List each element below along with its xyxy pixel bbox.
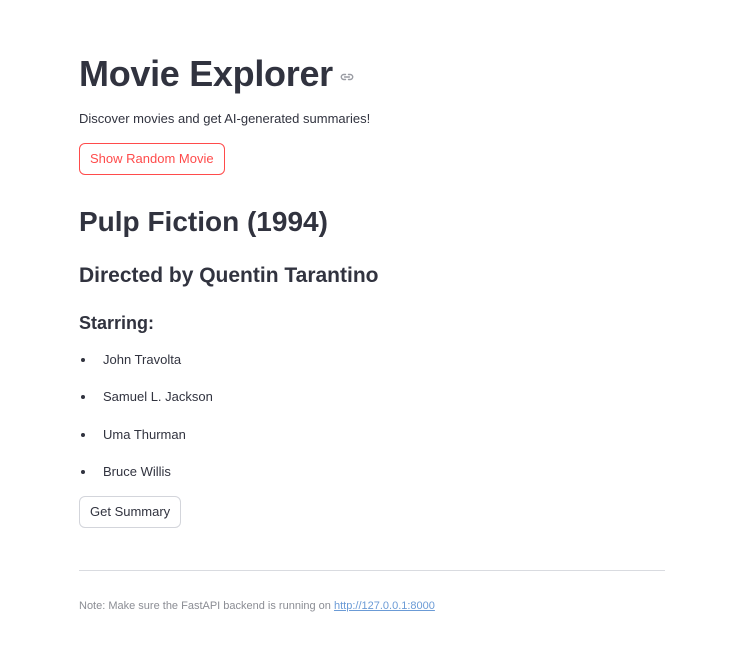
movie-director: Directed by Quentin Tarantino	[79, 264, 379, 287]
bullet-icon	[81, 358, 85, 362]
list-item: Uma Thurman	[79, 425, 213, 462]
bullet-icon	[81, 395, 85, 400]
list-item: John Travolta	[79, 350, 213, 387]
app-page: Movie Explorer Discover movies and get A…	[0, 0, 737, 656]
cast-list: John Travolta Samuel L. Jackson Uma Thur…	[79, 350, 213, 499]
bullet-icon	[81, 469, 85, 474]
list-item: Bruce Willis	[79, 462, 213, 499]
cast-member-name: John Travolta	[103, 352, 182, 367]
list-item: Samuel L. Jackson	[79, 387, 213, 424]
divider	[79, 570, 665, 571]
page-title: Movie Explorer	[79, 53, 333, 94]
show-random-movie-button[interactable]: Show Random Movie	[79, 143, 225, 175]
get-summary-button[interactable]: Get Summary	[79, 496, 182, 528]
link-icon[interactable]	[339, 69, 355, 85]
starring-heading: Starring:	[79, 313, 155, 333]
backend-url-link[interactable]: http://127.0.0.1:8000	[334, 600, 435, 612]
cast-member-name: Uma Thurman	[103, 426, 186, 442]
title-row: Movie Explorer	[79, 50, 355, 98]
bullet-icon	[81, 432, 85, 437]
cast-member-name: Bruce Willis	[103, 463, 171, 479]
movie-title: Pulp Fiction (1994)	[79, 206, 328, 237]
note-text: Note: Make sure the FastAPI backend is r…	[79, 600, 334, 612]
cast-member-name: Samuel L. Jackson	[103, 389, 213, 405]
page-subtitle: Discover movies and get AI-generated sum…	[79, 111, 371, 126]
backend-note: Note: Make sure the FastAPI backend is r…	[79, 598, 435, 614]
